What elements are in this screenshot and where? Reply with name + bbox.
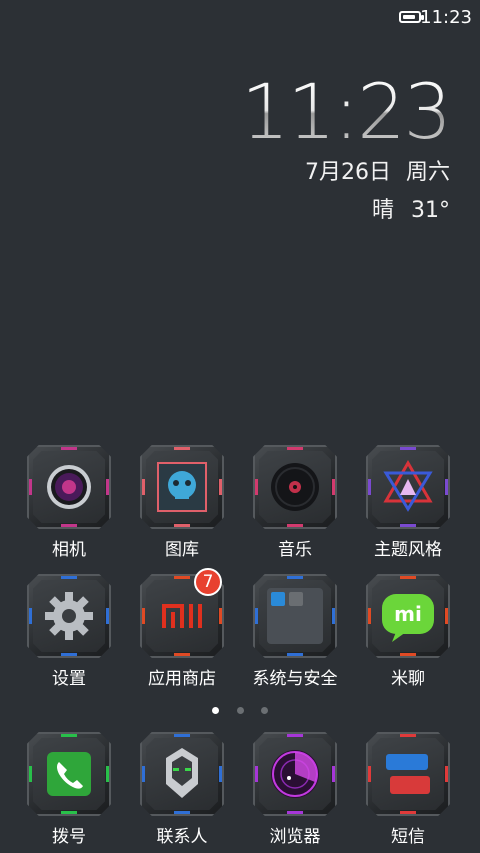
- gear-icon: [45, 592, 93, 640]
- page-indicator: [0, 699, 480, 718]
- app-label: 应用商店: [148, 669, 216, 689]
- app-tile: [27, 732, 111, 816]
- camera-icon: [47, 465, 91, 509]
- app-label: 设置: [52, 669, 86, 689]
- app-label: 相机: [52, 540, 86, 560]
- notification-badge: 7: [194, 568, 222, 596]
- radar-icon: [271, 750, 319, 798]
- app-store[interactable]: 7 应用商店: [132, 568, 232, 689]
- music-icon: [271, 463, 319, 511]
- app-settings[interactable]: 设置: [19, 574, 119, 689]
- date-text: 7月26日: [304, 160, 391, 185]
- status-bar: 11:23: [0, 0, 480, 36]
- app-tile: mi: [366, 574, 450, 658]
- app-label: 图库: [165, 540, 199, 560]
- page-dot[interactable]: [212, 707, 220, 714]
- clock-weather-widget[interactable]: 11:23 7月26日 周六 晴 31°: [240, 67, 452, 224]
- app-label: 米聊: [391, 669, 425, 689]
- folder-system-security[interactable]: 系统与安全: [245, 574, 345, 689]
- weather-line: 晴 31°: [241, 192, 450, 224]
- app-tile: [253, 574, 337, 658]
- app-music[interactable]: 音乐: [245, 445, 345, 560]
- app-label: 系统与安全: [252, 669, 338, 689]
- app-tile: [140, 732, 224, 816]
- app-gallery[interactable]: 图库: [132, 445, 232, 560]
- app-label: 联系人: [156, 827, 208, 847]
- app-label: 音乐: [278, 540, 312, 560]
- app-label: 短信: [391, 827, 425, 847]
- folder-icon: [267, 588, 323, 644]
- app-tile: [366, 445, 450, 529]
- robot-head-icon: [166, 748, 198, 798]
- app-themes[interactable]: 主题风格: [358, 445, 458, 560]
- app-messages[interactable]: 短信: [358, 732, 458, 847]
- gallery-icon: [157, 462, 207, 512]
- app-label: 拨号: [52, 827, 86, 847]
- app-label: 主题风格: [374, 540, 442, 560]
- status-time: 11:23: [420, 7, 472, 28]
- app-tile: [140, 445, 224, 529]
- app-tile: [253, 732, 337, 816]
- chat-bubble-icon: mi: [382, 594, 434, 642]
- app-tile: [253, 445, 337, 529]
- app-phone[interactable]: 拨号: [19, 732, 119, 847]
- hexagram-icon: [383, 460, 433, 512]
- date-line: 7月26日 周六: [241, 154, 450, 186]
- app-browser[interactable]: 浏览器: [245, 732, 345, 847]
- app-tile: [27, 574, 111, 658]
- message-bubbles-icon: [386, 754, 430, 794]
- app-label: 浏览器: [269, 827, 321, 847]
- app-tile: [366, 732, 450, 816]
- app-camera[interactable]: 相机: [19, 445, 119, 560]
- weather-condition: 晴: [371, 198, 394, 223]
- svg-text:mi: mi: [394, 602, 422, 626]
- phone-icon: [47, 752, 91, 796]
- battery-icon: [399, 11, 424, 23]
- app-michat[interactable]: mi 米聊: [358, 574, 458, 689]
- page-dot[interactable]: [260, 707, 268, 714]
- temperature: 31°: [411, 198, 450, 223]
- weekday-text: 周六: [405, 160, 450, 185]
- app-tile: [27, 445, 111, 529]
- clock-time: 11:23: [240, 67, 452, 156]
- page-dot[interactable]: [236, 707, 244, 714]
- app-contacts[interactable]: 联系人: [132, 732, 232, 847]
